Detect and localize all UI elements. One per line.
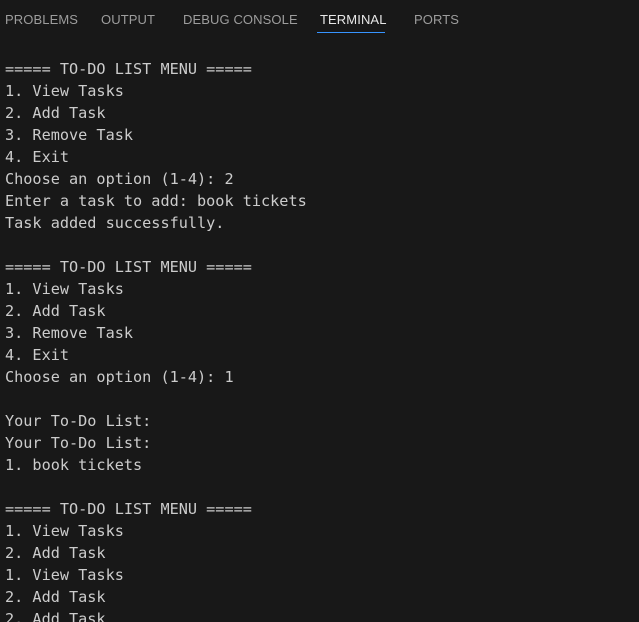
terminal-line: 2. Add Task [5, 610, 106, 622]
terminal-line: Your To-Do List: [5, 412, 152, 430]
terminal-line: 2. Add Task [5, 544, 106, 562]
terminal-line: ===== TO-DO LIST MENU ===== [5, 60, 252, 78]
tab-terminal[interactable]: TERMINAL [320, 10, 387, 33]
terminal-line: 3. Remove Task [5, 324, 134, 342]
terminal-line: Choose an option (1-4): 1 [5, 368, 234, 386]
terminal-line: 1. book tickets [5, 456, 143, 474]
terminal-line: 1. View Tasks [5, 82, 124, 100]
panel-tab-bar: PROBLEMS OUTPUT DEBUG CONSOLE TERMINAL P… [0, 0, 639, 40]
terminal-line: Your To-Do List: [5, 434, 152, 452]
terminal-line: 1. View Tasks [5, 280, 124, 298]
terminal-line: ===== TO-DO LIST MENU ===== [5, 258, 252, 276]
terminal-line: 2. Add Task [5, 104, 106, 122]
terminal-line: Task added successfully. [5, 214, 225, 232]
terminal-line: 2. Add Task [5, 588, 106, 606]
terminal-line: Enter a task to add: book tickets [5, 192, 307, 210]
tab-output[interactable]: OUTPUT [101, 10, 155, 33]
terminal-line: 4. Exit [5, 148, 70, 166]
terminal-line: ===== TO-DO LIST MENU ===== [5, 500, 252, 518]
tab-debug-console[interactable]: DEBUG CONSOLE [183, 10, 298, 33]
terminal-line: 1. View Tasks [5, 566, 124, 584]
terminal-output[interactable]: ===== TO-DO LIST MENU ===== 1. View Tasks… [0, 58, 639, 622]
tab-ports[interactable]: PORTS [414, 10, 459, 33]
terminal-line: 2. Add Task [5, 302, 106, 320]
terminal-line: 3. Remove Task [5, 126, 134, 144]
tab-problems[interactable]: PROBLEMS [5, 10, 78, 33]
active-tab-indicator [317, 32, 385, 33]
terminal-line: Choose an option (1-4): 2 [5, 170, 234, 188]
terminal-line: 1. View Tasks [5, 522, 124, 540]
terminal-line: 4. Exit [5, 346, 70, 364]
